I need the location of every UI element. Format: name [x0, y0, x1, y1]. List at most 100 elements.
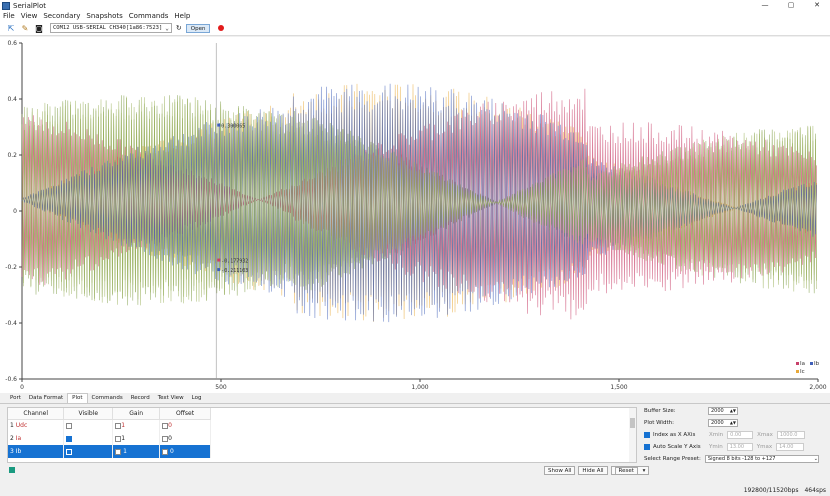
offset-value: 0	[170, 448, 174, 455]
status-bar: 192800/11520bps 464sps	[0, 485, 830, 496]
chevron-down-icon: ⌄	[813, 456, 818, 462]
tab-port[interactable]: Port	[6, 394, 25, 403]
camera-icon[interactable]: ◙	[34, 23, 44, 33]
table-scrollbar[interactable]	[629, 408, 636, 462]
title-bar: SerialPlot — ▢ ✕	[0, 0, 830, 11]
y-tick-label: 0.2	[7, 152, 17, 159]
xmax-label: Xmax	[757, 432, 773, 438]
row-index: 3	[10, 448, 14, 455]
channel-name: Ib	[15, 448, 22, 455]
range-preset-value: Signed 8 bits -128 to +127	[707, 456, 776, 462]
xmax-value: 1000.0	[779, 432, 798, 438]
menu-view[interactable]: View	[21, 12, 38, 20]
hide-all-button[interactable]: Hide All	[578, 466, 608, 475]
window-title: SerialPlot	[13, 1, 47, 10]
table-row[interactable]: 2 Ia 1 0	[8, 432, 211, 445]
close-button[interactable]: ✕	[804, 0, 830, 11]
sample-rate-status: 464sps	[804, 487, 826, 494]
visible-checkbox[interactable]	[66, 422, 73, 429]
index-as-x-checkbox[interactable]	[644, 432, 650, 438]
pen-icon[interactable]: ✎	[20, 23, 30, 33]
menu-file[interactable]: File	[3, 12, 15, 20]
channel-color-swatch[interactable]	[9, 467, 15, 473]
pan-icon[interactable]: ⇱	[6, 23, 16, 33]
menu-secondary[interactable]: Secondary	[43, 12, 80, 20]
ymax-value: 14.00	[779, 444, 794, 450]
reset-button[interactable]: Reset ▾	[610, 466, 650, 475]
cursor-marker	[217, 268, 221, 272]
index-as-x-label: Index as X AXis	[653, 432, 696, 438]
auto-scale-checkbox[interactable]	[644, 444, 650, 450]
tab-commands[interactable]: Commands	[88, 394, 127, 403]
cursor-marker	[217, 123, 221, 127]
table-row[interactable]: 1 Udc 1 0	[8, 419, 211, 432]
y-tick-label: 0.4	[7, 96, 17, 103]
x-tick-label: 2,000	[809, 384, 826, 391]
chevron-down-icon: ⌄	[165, 24, 169, 32]
buffer-size-label: Buffer Size:	[644, 408, 676, 414]
port-label: COM12 USB-SERIAL CH340[1a86:7523]	[53, 24, 163, 31]
record-icon[interactable]	[218, 25, 225, 31]
show-all-button[interactable]: Show All	[544, 466, 576, 475]
tab-data-format[interactable]: Data Format	[25, 394, 67, 403]
offset-checkbox[interactable]	[162, 448, 169, 455]
tab-log[interactable]: Log	[188, 394, 206, 403]
menu-snapshots[interactable]: Snapshots	[86, 12, 122, 20]
channel-name: Udc	[15, 422, 28, 430]
cursor-value-label: -0.177932	[221, 259, 248, 265]
xmax-input[interactable]: 1000.0	[776, 431, 805, 439]
channel-panel: Channel Visible Gain Offset 1 Udc 1 0 2 …	[7, 407, 637, 463]
table-row[interactable]: 3 Ib 1 0	[8, 445, 211, 458]
spin-arrows-icon[interactable]: ▲▼	[730, 409, 736, 413]
y-tick-label: -0.6	[5, 376, 17, 383]
ymin-label: Ymin	[709, 444, 723, 450]
plot-settings-panel: Buffer Size: 2000 ▲▼ Plot Width: 2000 ▲▼ I…	[641, 407, 825, 465]
buffer-size-value: 2000	[711, 408, 724, 414]
legend-label: Ib	[814, 361, 820, 367]
row-index: 1	[10, 422, 14, 430]
tab-record[interactable]: Record	[127, 394, 154, 403]
row-index: 2	[10, 435, 14, 442]
tab-plot[interactable]: Plot	[67, 393, 88, 403]
col-visible: Visible	[63, 408, 114, 420]
x-tick-label: 1,500	[610, 384, 627, 391]
xmin-input[interactable]: 0.00	[727, 431, 754, 439]
reset-label: Reset	[614, 467, 638, 475]
y-tick-label: -0.4	[5, 320, 17, 327]
plot-canvas: 0.60.40.20-0.2-0.4-0.60 500 1,000 1,500 2,00…	[5, 40, 826, 391]
plot-area[interactable]: 0.6 0.4 0.2 0 -0.2 -0.4 -0.6 0 500 1,000 1,500 2,00…	[0, 37, 830, 393]
tab-text-view[interactable]: Text View	[154, 394, 188, 403]
port-select[interactable]: COM12 USB-SERIAL CH340[1a86:7523] ⌄	[50, 23, 172, 33]
plot-width-input[interactable]: 2000 ▲▼	[708, 419, 738, 427]
plot-width-label: Plot Width:	[644, 420, 674, 426]
open-button[interactable]: Open	[185, 23, 211, 33]
xmin-label: Xmin	[709, 432, 724, 438]
ymin-input[interactable]: 13.00	[726, 443, 753, 451]
buffer-size-input[interactable]: 2000 ▲▼	[708, 407, 738, 415]
gain-value: 1	[123, 448, 127, 455]
scroll-thumb[interactable]	[630, 418, 635, 428]
visible-checkbox[interactable]	[66, 448, 73, 455]
cursor-value-label: 0.300065	[221, 124, 245, 130]
menu-help[interactable]: Help	[174, 12, 190, 20]
x-tick-label: 0	[20, 384, 24, 391]
channel-buttons: Show All Hide All Reset ▾	[544, 466, 652, 475]
menu-commands[interactable]: Commands	[129, 12, 169, 20]
maximize-button[interactable]: ▢	[778, 0, 804, 11]
gain-checkbox[interactable]	[115, 448, 122, 455]
auto-scale-label: Auto Scale Y Axis	[653, 444, 701, 450]
range-preset-select[interactable]: Signed 8 bits -128 to +127 ⌄	[704, 455, 819, 463]
gain-value: 1	[121, 422, 126, 430]
ymin-value: 13.00	[729, 444, 745, 450]
col-gain: Gain	[112, 408, 161, 420]
gain-value: 1	[121, 435, 126, 442]
xmin-value: 0.00	[730, 432, 742, 438]
visible-checkbox[interactable]	[66, 435, 73, 442]
legend-swatch	[810, 362, 813, 365]
spin-arrows-icon[interactable]: ▲▼	[730, 421, 736, 425]
y-tick-label: 0.6	[7, 40, 17, 47]
legend-label: Ia	[800, 361, 805, 367]
minimize-button[interactable]: —	[752, 0, 778, 11]
ymax-input[interactable]: 14.00	[776, 443, 805, 451]
refresh-icon[interactable]: ↻	[176, 24, 182, 32]
